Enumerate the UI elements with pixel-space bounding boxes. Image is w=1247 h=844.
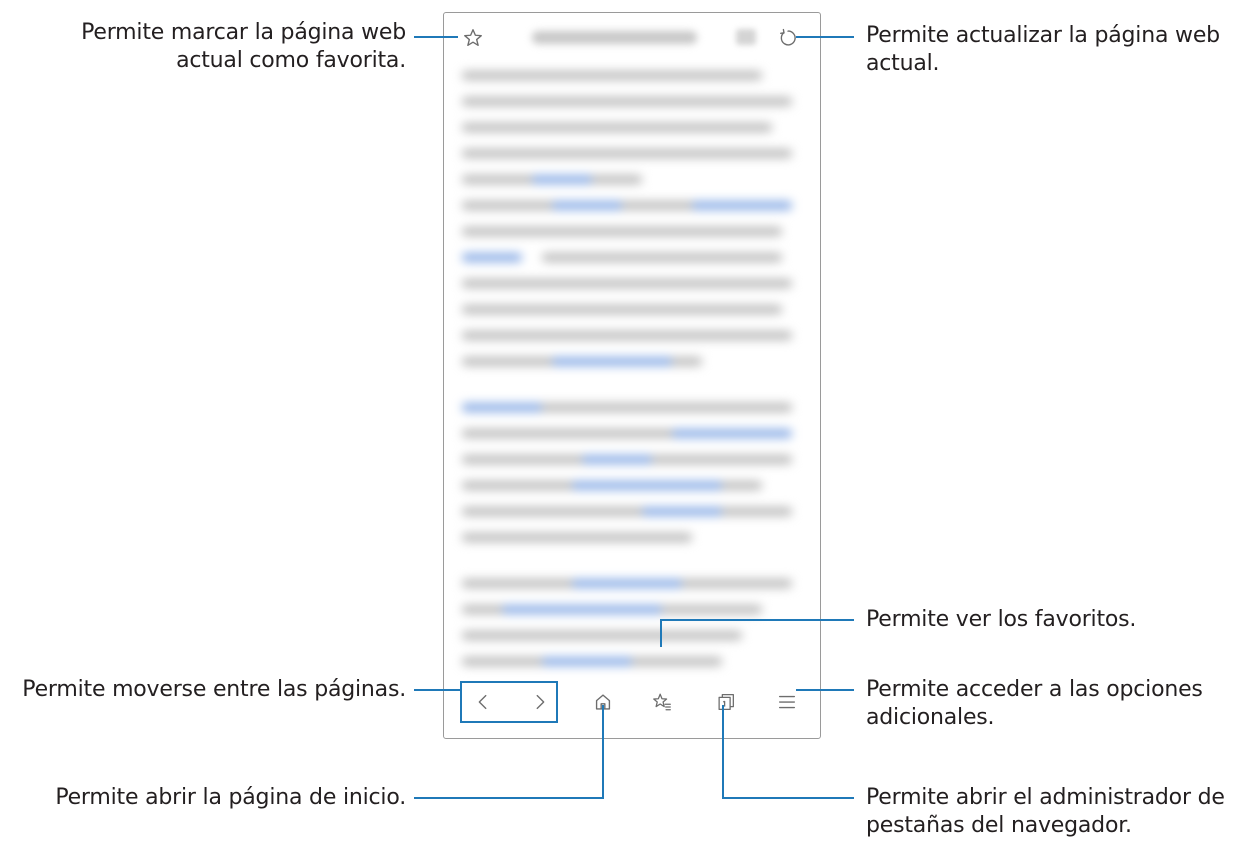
callout-tabs-line1: Permite abrir el administrador de [866, 785, 1225, 810]
callout-more-options: Permite acceder a las opciones adicional… [866, 676, 1203, 732]
refresh-icon[interactable] [777, 27, 799, 49]
blurred-page-content [462, 63, 802, 666]
leader-favorite [414, 36, 458, 38]
hamburger-menu-icon[interactable] [776, 691, 798, 713]
blurred-text-line [462, 305, 782, 314]
callout-navigate: Permite moverse entre las páginas. [22, 676, 406, 704]
leader-bookmarks-v [660, 619, 662, 647]
browser-top-bar [444, 13, 820, 61]
callout-home-text: Permite abrir la página de inicio. [55, 785, 406, 810]
browser-screen [443, 12, 821, 739]
leader-home-v [602, 705, 604, 799]
blurred-text-line [582, 455, 652, 464]
star-outline-icon[interactable] [462, 27, 484, 49]
blurred-text-line [572, 481, 722, 490]
blurred-text-line [462, 331, 792, 340]
blurred-text-line [692, 201, 792, 210]
blurred-text-line [532, 175, 592, 184]
leader-tabs-h [722, 797, 854, 799]
leader-tabs-v [722, 705, 724, 799]
callout-home: Permite abrir la página de inicio. [55, 784, 406, 812]
callout-more-options-line2: adicionales. [866, 705, 995, 730]
blurred-text-line [462, 71, 762, 80]
callout-refresh-line1: Permite actualizar la página web [866, 23, 1220, 48]
blurred-text-line [462, 149, 792, 158]
blurred-text-line [552, 201, 622, 210]
callout-favorite: Permite marcar la página web actual como… [81, 19, 406, 75]
callout-bookmarks-text: Permite ver los favoritos. [866, 607, 1137, 632]
callout-refresh-line2: actual. [866, 51, 940, 76]
callout-refresh: Permite actualizar la página web actual. [866, 22, 1220, 78]
leader-bookmarks-h [661, 619, 854, 621]
blurred-text-line [462, 279, 792, 288]
blurred-text-line [462, 253, 522, 262]
callout-more-options-line1: Permite acceder a las opciones [866, 677, 1203, 702]
chevron-left-icon[interactable] [472, 691, 494, 713]
leader-more-options [796, 689, 854, 691]
chevron-right-icon[interactable] [529, 691, 551, 713]
blurred-text-line [672, 429, 792, 438]
tabs-icon[interactable] [715, 691, 737, 713]
blurred-text-line [462, 533, 692, 542]
callout-favorite-line1: Permite marcar la página web [81, 20, 406, 45]
bookmarks-star-list-icon[interactable] [651, 691, 673, 713]
blurred-text-line [462, 97, 792, 106]
address-bar-blurred [532, 31, 697, 44]
leader-refresh [796, 36, 854, 38]
blurred-text-line [462, 507, 792, 516]
toolbar-icon-blurred [736, 29, 756, 45]
blurred-text-line [462, 123, 772, 132]
callout-favorite-line2: actual como favorita. [176, 48, 406, 73]
blurred-text-line [502, 605, 662, 614]
callout-navigate-text: Permite moverse entre las páginas. [22, 677, 406, 702]
callout-bookmarks: Permite ver los favoritos. [866, 606, 1136, 634]
callout-tabs-line2: pestañas del navegador. [866, 813, 1132, 838]
blurred-text-line [542, 253, 782, 262]
blurred-text-line [552, 357, 672, 366]
leader-home-h [414, 797, 604, 799]
blurred-text-line [572, 579, 682, 588]
blurred-text-line [642, 507, 722, 516]
blurred-text-line [462, 403, 542, 412]
browser-bottom-bar [444, 664, 820, 738]
leader-navigate [414, 689, 461, 691]
blurred-text-line [462, 631, 742, 640]
callout-tabs: Permite abrir el administrador de pestañ… [866, 784, 1225, 840]
blurred-text-line [462, 227, 782, 236]
